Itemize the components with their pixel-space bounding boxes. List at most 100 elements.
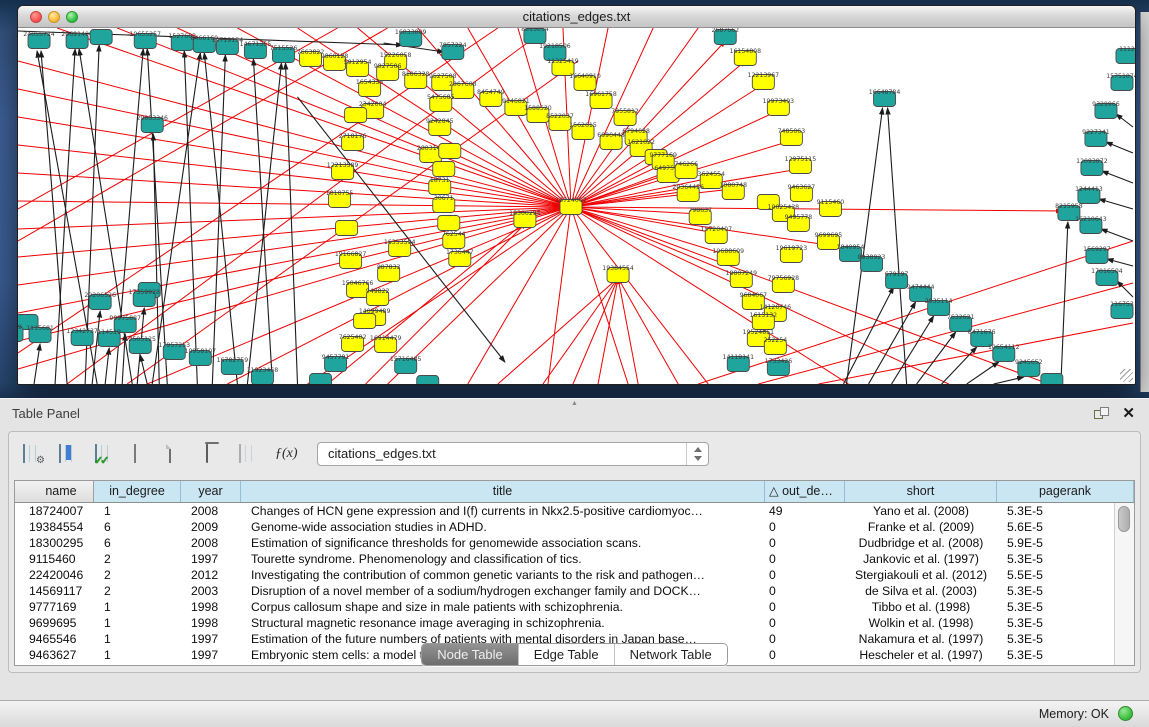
graph-node[interactable]: 10958107 (185, 348, 217, 365)
column-header-in-degree[interactable]: in_degree (94, 481, 181, 502)
graph-node[interactable]: 679197 (885, 271, 909, 288)
graph-node[interactable]: 5475685 (427, 94, 455, 111)
column-header-name[interactable]: name (15, 481, 94, 502)
graph-node[interactable]: 5912954 (344, 59, 372, 76)
column-header-pagerank[interactable]: pagerank (997, 481, 1134, 502)
graph-node[interactable]: 18731 (429, 177, 451, 194)
close-window-button[interactable] (30, 11, 42, 23)
graph-node[interactable]: 8938923 (858, 254, 886, 271)
network-canvas[interactable]: 2405572420691406106552571527602846616010… (18, 28, 1135, 384)
network-window[interactable]: citations_edges.txt 24055724206914061065… (17, 5, 1136, 385)
column-header-out-degree[interactable]: △ out_de… (765, 481, 845, 502)
graph-edge[interactable] (18, 145, 571, 207)
graph-node[interactable]: 14671355 (240, 41, 272, 58)
graph-node[interactable]: 15720407 (700, 226, 732, 243)
graph-node[interactable] (1041, 374, 1063, 385)
graph-node[interactable]: 10655257 (129, 31, 161, 48)
graph-node[interactable]: 17359928 (128, 289, 160, 306)
table-row[interactable]: 1938455462009Genome-wide association stu… (15, 519, 1134, 535)
graph-node[interactable]: 16353594 (384, 239, 416, 256)
graph-node[interactable]: 1736447 (446, 249, 474, 266)
network-table-selector[interactable]: citations_edges.txt (317, 442, 709, 466)
graph-node[interactable]: 2935114 (925, 298, 953, 315)
graph-node[interactable]: 19619723 (776, 245, 808, 262)
graph-node[interactable]: 20691406 (61, 31, 93, 48)
graph-edge[interactable] (548, 207, 571, 384)
graph-node[interactable]: 18807249 (726, 270, 758, 287)
graph-edge[interactable] (1106, 142, 1133, 153)
graph-node[interactable]: 2687662 (711, 28, 739, 45)
delete-icon[interactable] (203, 445, 222, 463)
table-row[interactable]: 911546021997Tourette syndrome. Phenomeno… (15, 551, 1134, 567)
function-builder-icon[interactable]: ƒ(x) (275, 445, 294, 463)
graph-edge[interactable] (1107, 259, 1133, 266)
graph-edge[interactable] (1061, 222, 1068, 384)
graph-node[interactable]: 17016504 (1091, 268, 1123, 285)
graph-edge[interactable] (498, 278, 618, 384)
graph-node[interactable]: 9227341 (1082, 129, 1110, 146)
graph-edge[interactable] (571, 28, 653, 207)
graph-edge[interactable] (105, 348, 109, 384)
graph-node[interactable]: 19384554 (602, 265, 634, 282)
memory-ok-indicator[interactable] (1118, 706, 1133, 721)
graph-node[interactable]: 16210643 (1075, 216, 1107, 233)
graph-node[interactable]: 7857224 (439, 42, 467, 59)
graph-node[interactable]: 10973493 (763, 98, 795, 115)
graph-node[interactable]: 16914479 (370, 335, 402, 352)
graph-node[interactable]: 12093872 (1076, 158, 1108, 175)
graph-edge[interactable] (967, 362, 999, 384)
graph-node[interactable]: 16648784 (869, 89, 901, 106)
graph-node[interactable]: 1010755 (326, 190, 354, 207)
graph-node[interactable]: 1733426 (765, 358, 793, 375)
graph-node[interactable] (417, 376, 439, 385)
minimize-window-button[interactable] (48, 11, 60, 23)
graph-edge[interactable] (571, 207, 708, 384)
graph-node[interactable] (310, 374, 332, 385)
graph-node[interactable]: 116753 (1110, 301, 1134, 318)
table-row[interactable]: 2242004622012Investigating the contribut… (15, 567, 1134, 583)
graph-node[interactable] (90, 30, 112, 45)
graph-node[interactable]: 798637 (688, 207, 712, 224)
graph-edge[interactable] (994, 377, 1024, 384)
graph-node[interactable]: 20364456 (672, 184, 704, 201)
graph-edge[interactable] (184, 51, 197, 384)
table-row[interactable]: 1456911722003Disruption of a novel membe… (15, 583, 1134, 599)
graph-node[interactable]: 12505125 (124, 336, 156, 353)
graph-node[interactable]: 746266 (674, 161, 698, 178)
graph-edge[interactable] (247, 63, 281, 384)
graph-node[interactable]: 15751074 (1106, 73, 1135, 90)
graph-edge[interactable] (1099, 199, 1133, 209)
graph-node[interactable]: 19166827 (335, 251, 367, 268)
graph-node[interactable]: 7485063 (778, 128, 806, 145)
scrollbar-thumb[interactable] (1118, 506, 1130, 532)
graph-edge[interactable] (942, 347, 977, 384)
graph-node[interactable]: 12213589 (327, 162, 359, 179)
graph-node[interactable]: 9495778 (785, 214, 813, 231)
splitter-handle[interactable]: ▲ (571, 401, 579, 407)
graph-node[interactable]: 114519 (97, 329, 121, 346)
graph-node[interactable]: 1115681 (26, 325, 54, 342)
graph-edge[interactable] (543, 278, 618, 384)
tab-edge-table[interactable]: Edge Table (518, 644, 614, 665)
selector-stepper-icon[interactable] (686, 443, 708, 465)
graph-node[interactable] (438, 216, 460, 231)
graph-node[interactable]: 9827506 (374, 63, 402, 80)
graph-node[interactable]: 7625402 (339, 334, 367, 351)
graph-node[interactable]: 887833 (377, 264, 401, 281)
graph-node[interactable] (433, 162, 455, 177)
graph-node[interactable]: 7515526 (270, 45, 298, 62)
select-all-rows-icon[interactable]: ✓✓ (95, 445, 114, 463)
graph-edge[interactable] (1116, 114, 1133, 127)
resize-grip-icon[interactable] (1120, 369, 1133, 382)
graph-node[interactable]: 12342737 (66, 328, 98, 345)
graph-node[interactable]: 9329966 (1092, 101, 1120, 118)
graph-node[interactable]: 6990448 (597, 132, 625, 149)
graph-node[interactable]: 20206526 (84, 292, 116, 309)
graph-node[interactable]: 8186328 (402, 71, 430, 88)
graph-node[interactable] (354, 314, 376, 329)
graph-edge[interactable] (328, 223, 524, 384)
close-panel-icon[interactable]: ✕ (1122, 404, 1135, 422)
table-row[interactable]: 969969511998Structural magnetic resonanc… (15, 615, 1134, 631)
graph-node[interactable]: 2718176 (339, 133, 367, 150)
graph-node[interactable]: 18724007 (555, 197, 587, 214)
